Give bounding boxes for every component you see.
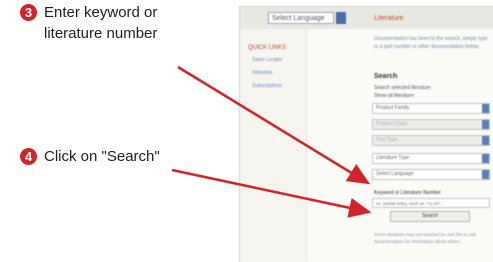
part-type-select[interactable]: Part Type [372, 135, 490, 146]
step-4-text: Click on "Search" [44, 148, 160, 165]
sidebar-link-sales-locator[interactable]: Sales Locator [252, 57, 306, 64]
search-note: Some literature may not reached be visit… [374, 232, 477, 244]
chevron-down-icon [482, 154, 489, 163]
select-language-select[interactable]: Select Language [372, 169, 490, 180]
radio-option-all[interactable]: Show all literature [374, 93, 414, 99]
sidebar-heading: QUICK LINKS [248, 45, 287, 51]
step-4-callout: 4 Click on "Search" [20, 146, 160, 167]
chevron-down-icon [482, 104, 489, 113]
search-heading: Search [374, 73, 398, 80]
sidebar: QUICK LINKS Sales Locator Websites Subsc… [240, 29, 307, 262]
page-title: Literature [374, 15, 404, 22]
product-class-select[interactable]: Product Class [372, 119, 490, 130]
step-3-badge: 3 [20, 4, 37, 21]
keyword-input[interactable] [372, 198, 490, 208]
chevron-down-icon [482, 120, 489, 129]
chevron-down-icon [482, 170, 489, 179]
search-button[interactable]: Search [390, 211, 470, 222]
main-content: Literature Documentation has been to the… [310, 7, 493, 262]
product-family-select[interactable]: Product Family [372, 103, 490, 114]
step-3-callout: 3 Enter keyword or literature number [20, 2, 157, 44]
product-class-select-label: Product Class [376, 121, 408, 127]
product-family-select-label: Product Family [376, 105, 410, 111]
screenshot-panel: Select Language QUICK LINKS Sales Locato… [239, 6, 493, 262]
step-3-text: Enter keyword or literature number [44, 4, 158, 42]
sidebar-link-websites[interactable]: Websites [252, 70, 306, 77]
step-4-badge: 4 [20, 148, 37, 165]
radio-option-selected[interactable]: Search selected literature [374, 85, 431, 91]
literature-type-select-label: Literature Type [376, 155, 410, 161]
keyword-label: Keyword or Literature Number [374, 190, 441, 196]
literature-type-select[interactable]: Literature Type [372, 153, 490, 164]
chevron-down-icon [482, 136, 489, 145]
select-language-select-label: Select Language [376, 171, 414, 177]
sidebar-link-subscriptions[interactable]: Subscriptions [252, 83, 306, 90]
part-type-select-label: Part Type [376, 137, 398, 143]
intro-text: Documentation has been to the search, si… [374, 36, 488, 50]
